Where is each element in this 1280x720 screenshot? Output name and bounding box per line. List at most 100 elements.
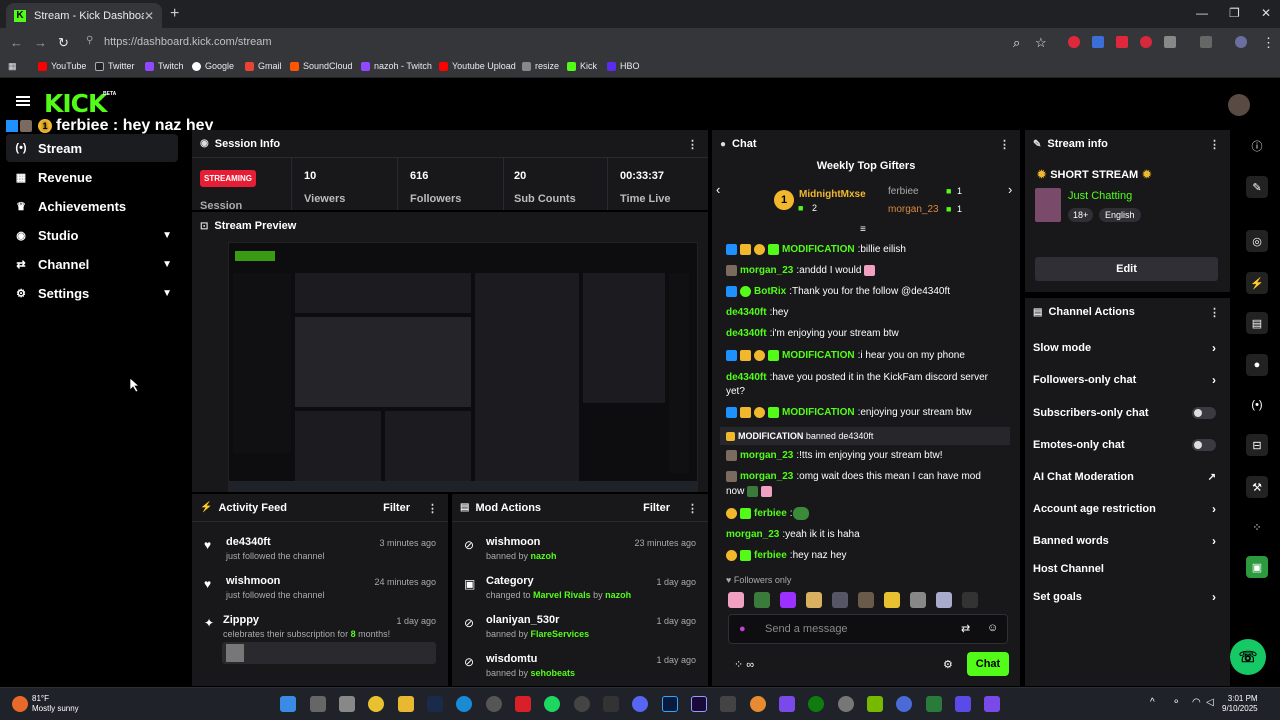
gifter-name[interactable]: morgan_23	[888, 204, 939, 215]
camera-icon[interactable]: ◎	[1246, 230, 1268, 252]
nvidia-icon[interactable]	[867, 696, 883, 712]
lightning-icon[interactable]: ⚡	[1246, 272, 1268, 294]
app-icon[interactable]	[750, 696, 766, 712]
emote-icon[interactable]	[806, 592, 822, 608]
store-icon[interactable]	[339, 696, 355, 712]
mod-action-target[interactable]: wishmoon	[486, 536, 540, 548]
chevron-left-icon[interactable]: ‹	[716, 182, 720, 197]
browser-tab[interactable]: K Stream - Kick Dashboard ✕	[6, 3, 162, 28]
apps-grid-icon[interactable]: ▦	[8, 61, 17, 72]
activity-username[interactable]: de4340ft	[226, 536, 271, 548]
app-icon[interactable]	[926, 696, 942, 712]
sidebar-item-settings[interactable]: ⚙ Settings ▼	[6, 279, 178, 307]
discord-icon[interactable]	[632, 696, 648, 712]
extension-icon[interactable]	[1092, 36, 1104, 48]
bookmark-youtube[interactable]: YouTube	[38, 61, 86, 71]
obs-icon[interactable]	[486, 696, 502, 712]
profile-icon[interactable]	[1235, 36, 1247, 48]
support-chat-button[interactable]: ☏	[1230, 639, 1266, 675]
zoom-icon[interactable]: ⌕	[1013, 35, 1020, 51]
spotify-icon[interactable]	[544, 696, 560, 712]
send-chat-button[interactable]: Chat	[967, 652, 1009, 676]
sidebar-item-achievements[interactable]: ♛ Achievements	[6, 192, 178, 220]
info-icon[interactable]: ⓘ	[1246, 135, 1268, 157]
emote-icon[interactable]	[884, 592, 900, 608]
wifi-icon[interactable]: ◠	[1192, 697, 1201, 708]
forward-icon[interactable]: →	[34, 35, 47, 50]
system-clock[interactable]: 3:01 PM 9/10/2025	[1222, 694, 1258, 714]
more-options-icon[interactable]: ⋮	[427, 502, 438, 515]
app-icon[interactable]	[984, 696, 1000, 712]
extensions-puzzle-icon[interactable]	[1164, 36, 1176, 48]
emote-icon[interactable]	[728, 592, 744, 608]
filter-button[interactable]: Filter	[383, 502, 410, 514]
extension-icon[interactable]	[1116, 36, 1128, 48]
sidebar-icon[interactable]	[1200, 36, 1212, 48]
more-options-icon[interactable]: ⋮	[1209, 306, 1220, 319]
kick-logo[interactable]: KICK	[44, 89, 107, 118]
emote-icon[interactable]	[754, 592, 770, 608]
new-tab-icon[interactable]: +	[170, 5, 179, 23]
edit-button[interactable]: Edit	[1035, 257, 1218, 281]
bookmark-twitch[interactable]: Twitch	[145, 61, 184, 71]
emote-icon[interactable]	[936, 592, 952, 608]
emote-icon[interactable]	[780, 592, 796, 608]
emote-icon[interactable]	[962, 592, 978, 608]
bookmark-soundcloud[interactable]: SoundCloud	[290, 61, 353, 71]
extension-icon[interactable]	[1140, 36, 1152, 48]
activity-username[interactable]: Zipppy	[223, 614, 259, 626]
sidebar-item-studio[interactable]: ◉ Studio ▼	[6, 221, 178, 249]
close-tab-icon[interactable]: ✕	[144, 9, 154, 23]
activity-username[interactable]: wishmoon	[226, 575, 280, 587]
chat-input[interactable]: ● Send a message ⇄ ☺	[728, 614, 1008, 644]
extension-icon[interactable]	[1068, 36, 1080, 48]
emote-icon[interactable]	[858, 592, 874, 608]
host-channel-row[interactable]: Host Channel	[1033, 559, 1220, 579]
category-link[interactable]: Just Chatting	[1068, 190, 1132, 202]
steam-icon[interactable]	[427, 696, 443, 712]
chat-settings-icon[interactable]: ⚙	[943, 658, 953, 671]
media-icon[interactable]: ▣	[1246, 556, 1268, 578]
bookmark-resize[interactable]: resize	[522, 61, 559, 71]
app-icon[interactable]	[720, 696, 736, 712]
menu-kebab-icon[interactable]: ⋮	[1262, 35, 1275, 51]
emote-icon[interactable]	[910, 592, 926, 608]
xbox-icon[interactable]	[808, 696, 824, 712]
account-age-row[interactable]: Account age restriction ›	[1033, 499, 1220, 519]
bookmark-gmail[interactable]: Gmail	[245, 61, 282, 71]
photoshop-icon[interactable]	[662, 696, 678, 712]
user-avatar[interactable]	[1228, 94, 1250, 116]
app-icon[interactable]	[574, 696, 590, 712]
back-icon[interactable]: ←	[10, 35, 23, 50]
document-icon[interactable]: ▤	[1246, 312, 1268, 334]
weather-widget[interactable]: 81°F Mostly sunny	[32, 694, 79, 714]
banned-words-row[interactable]: Banned words ›	[1033, 531, 1220, 551]
gifter-name[interactable]: ferbiee	[888, 186, 919, 197]
bookmark-twitter[interactable]: Twitter	[95, 61, 135, 71]
bookmark-hbo[interactable]: HBO	[607, 61, 640, 71]
sidebar-item-channel[interactable]: ⇄ Channel ▼	[6, 250, 178, 278]
chevron-right-icon[interactable]: ›	[1008, 182, 1012, 197]
emotes-only-toggle[interactable]	[1192, 439, 1216, 451]
mod-action-target[interactable]: olaniyan_530r	[486, 614, 559, 626]
app-icon[interactable]	[896, 696, 912, 712]
bookmark-google[interactable]: Google	[192, 61, 234, 71]
minimize-icon[interactable]: —	[1196, 6, 1208, 20]
sidebar-item-stream[interactable]: (•) Stream	[6, 134, 178, 162]
task-view-icon[interactable]	[310, 696, 326, 712]
url-field[interactable]: https://dashboard.kick.com/stream	[104, 36, 272, 48]
reload-icon[interactable]: ↻	[58, 35, 69, 51]
emote-icon[interactable]	[832, 592, 848, 608]
bookmark-youtube-upload[interactable]: Youtube Upload	[439, 61, 516, 71]
weather-icon[interactable]	[12, 696, 28, 712]
ai-moderation-row[interactable]: AI Chat Moderation ↗	[1033, 467, 1220, 487]
more-options-icon[interactable]: ⋮	[999, 138, 1010, 151]
filter-button[interactable]: Filter	[643, 502, 670, 514]
slow-mode-row[interactable]: Slow mode ›	[1033, 338, 1220, 358]
netflix-icon[interactable]	[515, 696, 531, 712]
edge-icon[interactable]	[456, 696, 472, 712]
mod-action-target[interactable]: Category	[486, 575, 534, 587]
emoji-icon[interactable]: ☺	[987, 622, 998, 634]
more-options-icon[interactable]: ⋮	[687, 138, 698, 151]
app-icon[interactable]	[955, 696, 971, 712]
